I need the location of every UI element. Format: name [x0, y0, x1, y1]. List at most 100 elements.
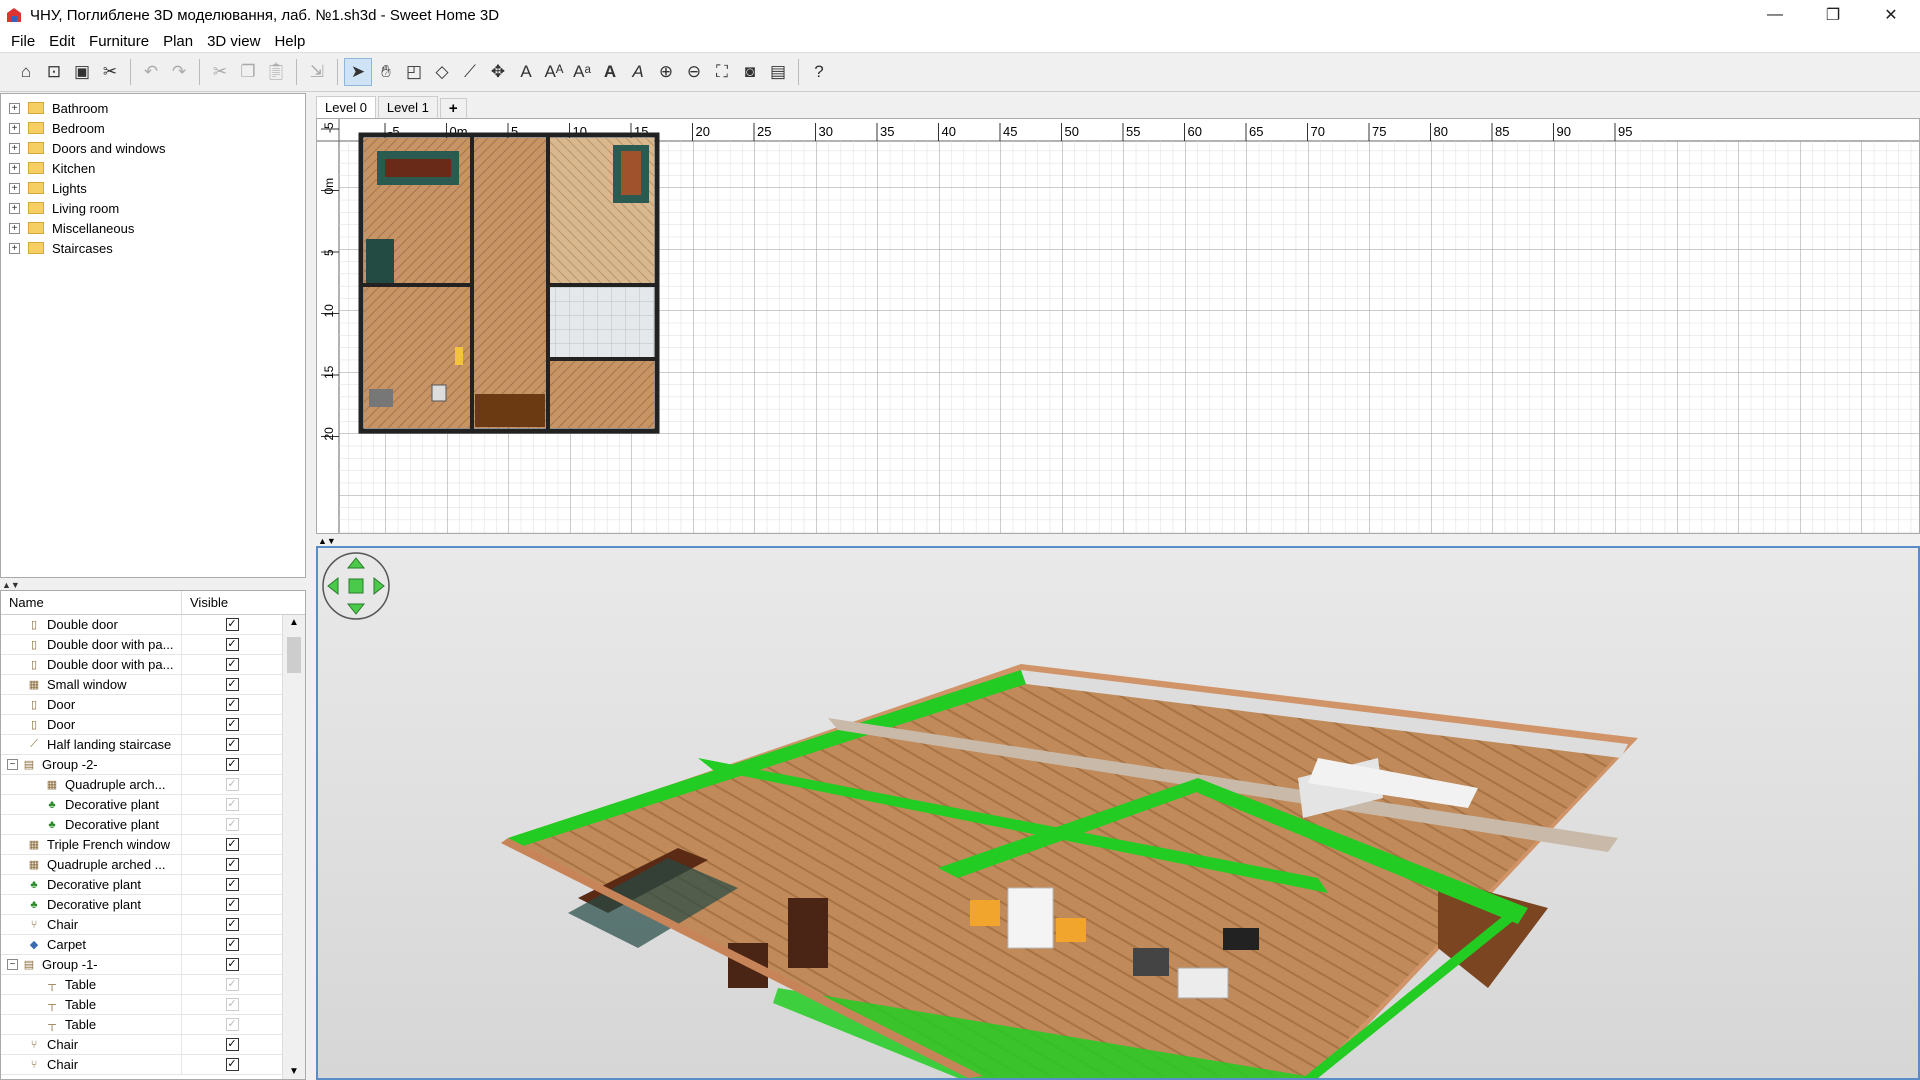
- table-row[interactable]: ♣ Decorative plant ✓: [1, 874, 305, 895]
- furniture-name-cell[interactable]: ┬ Table: [1, 994, 182, 1015]
- expand-icon[interactable]: +: [9, 102, 20, 114]
- copy-icon[interactable]: ❐: [234, 58, 262, 86]
- furniture-name-cell[interactable]: ♣ Decorative plant: [1, 874, 182, 895]
- visible-checkbox[interactable]: ✓: [225, 758, 239, 771]
- splitter-arrows[interactable]: ▲▼: [318, 536, 336, 546]
- table-row[interactable]: ▯ Door ✓: [1, 694, 305, 715]
- furniture-name-cell[interactable]: ⑂ Chair: [1, 914, 182, 935]
- bold-text-icon[interactable]: A: [596, 58, 624, 86]
- catalog-category-miscellaneous[interactable]: + Miscellaneous: [1, 218, 305, 238]
- visible-checkbox[interactable]: ✓: [225, 618, 239, 631]
- new-home-icon[interactable]: ⌂: [12, 58, 40, 86]
- menu-help[interactable]: Help: [267, 33, 312, 50]
- import-background-icon[interactable]: ⛶: [708, 58, 736, 86]
- catalog-category-bedroom[interactable]: + Bedroom: [1, 118, 305, 138]
- furniture-name-cell[interactable]: − ▤ Group -2-: [1, 754, 182, 775]
- decrease-text-icon[interactable]: Aᵃ: [568, 58, 596, 86]
- menu-file[interactable]: File: [4, 33, 42, 50]
- table-row[interactable]: − ▤ Group -1- ✓: [1, 954, 305, 975]
- navigation-arrows-icon[interactable]: [322, 552, 390, 620]
- scroll-down-icon[interactable]: ▼: [283, 1066, 305, 1077]
- expand-icon[interactable]: +: [9, 142, 20, 154]
- expand-icon[interactable]: +: [9, 222, 20, 234]
- tv-unit[interactable]: [431, 384, 447, 402]
- close-button[interactable]: ✕: [1862, 0, 1920, 30]
- visible-checkbox[interactable]: ✓: [225, 678, 239, 691]
- visible-checkbox[interactable]: ✓: [225, 698, 239, 711]
- furniture-name-cell[interactable]: ▯ Double door: [1, 614, 182, 635]
- 3d-view[interactable]: [316, 546, 1920, 1080]
- zoom-out-icon[interactable]: ⊖: [680, 58, 708, 86]
- table-row[interactable]: ▦ Quadruple arch... ✓: [1, 774, 305, 795]
- catalog-category-kitchen[interactable]: + Kitchen: [1, 158, 305, 178]
- save-icon[interactable]: ▣: [68, 58, 96, 86]
- help-icon[interactable]: ?: [805, 58, 833, 86]
- italic-text-icon[interactable]: A: [624, 58, 652, 86]
- add-text-icon[interactable]: A: [512, 58, 540, 86]
- expand-icon[interactable]: +: [9, 202, 20, 214]
- room-bathroom[interactable]: [550, 287, 654, 358]
- increase-text-icon[interactable]: Aᴬ: [540, 58, 568, 86]
- furniture-name-cell[interactable]: ▯ Door: [1, 694, 182, 715]
- table-row[interactable]: ▦ Triple French window ✓: [1, 834, 305, 855]
- catalog-category-doors-windows[interactable]: + Doors and windows: [1, 138, 305, 158]
- visible-checkbox[interactable]: ✓: [225, 818, 239, 831]
- table-row[interactable]: ▦ Small window ✓: [1, 674, 305, 695]
- sideboard[interactable]: [366, 239, 394, 283]
- undo-icon[interactable]: ↶: [137, 58, 165, 86]
- furniture-name-cell[interactable]: ♣ Decorative plant: [1, 894, 182, 915]
- menu-plan[interactable]: Plan: [156, 33, 200, 50]
- visible-checkbox[interactable]: ✓: [225, 958, 239, 971]
- pan-icon[interactable]: ✋︎: [372, 58, 400, 86]
- paste-icon[interactable]: 📋︎: [262, 58, 290, 86]
- create-dimensions-icon[interactable]: ✥: [484, 58, 512, 86]
- column-name[interactable]: Name: [1, 591, 182, 614]
- menu-edit[interactable]: Edit: [42, 33, 82, 50]
- staircase-plan[interactable]: [475, 394, 545, 427]
- visible-checkbox[interactable]: ✓: [225, 878, 239, 891]
- collapse-icon[interactable]: −: [7, 959, 18, 970]
- expand-icon[interactable]: +: [9, 122, 20, 134]
- column-visible[interactable]: Visible: [182, 591, 282, 614]
- furniture-name-cell[interactable]: ▦ Quadruple arched ...: [1, 854, 182, 875]
- tab-level-1[interactable]: Level 1: [377, 96, 438, 118]
- table-row[interactable]: ┬ Table ✓: [1, 994, 305, 1015]
- 3d-canvas[interactable]: [318, 548, 1918, 1078]
- table-row[interactable]: ◆ Carpet ✓: [1, 934, 305, 955]
- visible-checkbox[interactable]: ✓: [225, 798, 239, 811]
- add-level-button[interactable]: +: [439, 98, 467, 118]
- create-walls-icon[interactable]: ◰: [400, 58, 428, 86]
- visible-checkbox[interactable]: ✓: [225, 1018, 239, 1031]
- menu-3d-view[interactable]: 3D view: [200, 33, 267, 50]
- room-hall[interactable]: [474, 138, 547, 428]
- table-row[interactable]: ┬ Table ✓: [1, 1014, 305, 1035]
- table-row[interactable]: ⟋ Half landing staircase ✓: [1, 734, 305, 755]
- furniture-name-cell[interactable]: ⑂ Chair: [1, 1054, 182, 1075]
- visible-checkbox[interactable]: ✓: [225, 898, 239, 911]
- table-row[interactable]: ♣ Decorative plant ✓: [1, 894, 305, 915]
- create-photo-icon[interactable]: ◙: [736, 58, 764, 86]
- furniture-name-cell[interactable]: ▦ Quadruple arch...: [1, 774, 182, 795]
- select-icon[interactable]: ➤: [344, 58, 372, 86]
- furniture-name-cell[interactable]: − ▤ Group -1-: [1, 954, 182, 975]
- table-row[interactable]: ▯ Double door with pa... ✓: [1, 634, 305, 655]
- scroll-up-icon[interactable]: ▲: [283, 615, 305, 628]
- visible-checkbox[interactable]: ✓: [225, 858, 239, 871]
- table-row[interactable]: ┬ Table ✓: [1, 974, 305, 995]
- table-row[interactable]: ▯ Door ✓: [1, 714, 305, 735]
- menu-furniture[interactable]: Furniture: [82, 33, 156, 50]
- redo-icon[interactable]: ↷: [165, 58, 193, 86]
- furniture-name-cell[interactable]: ▦ Triple French window: [1, 834, 182, 855]
- expand-icon[interactable]: +: [9, 242, 20, 254]
- table-row[interactable]: ♣ Decorative plant ✓: [1, 794, 305, 815]
- table-row[interactable]: ▯ Double door ✓: [1, 614, 305, 635]
- table-row[interactable]: ♣ Decorative plant ✓: [1, 814, 305, 835]
- add-furniture-icon[interactable]: ⇲: [303, 58, 331, 86]
- visible-checkbox[interactable]: ✓: [225, 1058, 239, 1071]
- visible-checkbox[interactable]: ✓: [225, 938, 239, 951]
- table-row[interactable]: ⑂ Chair ✓: [1, 1034, 305, 1055]
- dining-table[interactable]: [385, 159, 451, 177]
- visible-checkbox[interactable]: ✓: [225, 778, 239, 791]
- collapse-icon[interactable]: −: [7, 759, 18, 770]
- plan-canvas[interactable]: -5 0m 5 10 15 20 25 30 35 40 45 50 55 60 65 70 75 80 85 90 9…: [317, 119, 1920, 534]
